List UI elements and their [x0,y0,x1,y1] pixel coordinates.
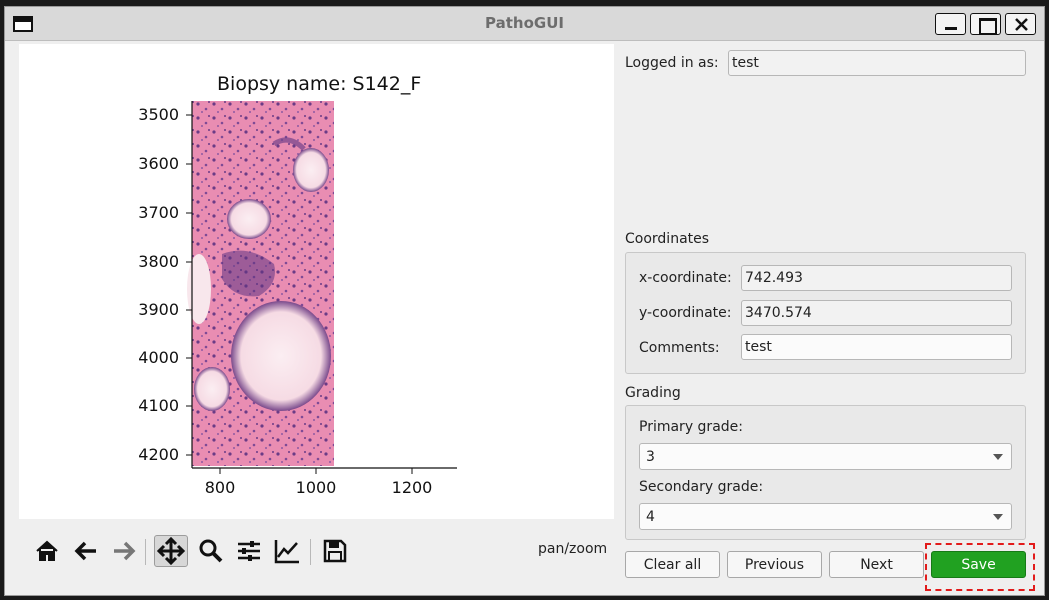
plot-canvas[interactable]: Biopsy name: S142_F 3500 3600 3700 3800 … [19,44,614,519]
secondary-grade-value: 4 [646,509,655,525]
histology-image [187,101,334,466]
save-highlight-box [925,543,1035,591]
primary-grade-value: 3 [646,449,655,465]
close-icon [1015,18,1028,31]
x-tick-label: 1000 [295,478,337,497]
window-title: PathoGUI [485,14,564,32]
back-arrow-icon[interactable] [72,537,100,565]
grading-heading: Grading [625,385,681,401]
edit-axis-icon[interactable] [273,537,301,565]
next-button[interactable]: Next [829,551,924,578]
plot-title: Biopsy name: S142_F [217,73,422,95]
secondary-grade-select[interactable]: 4 [639,503,1012,530]
logged-in-field[interactable]: test [728,50,1026,76]
y-tick-label: 3700 [138,203,179,222]
x-coordinate-field[interactable]: 742.493 [741,265,1012,291]
configure-subplots-icon[interactable] [235,537,263,565]
y-tick-label: 3500 [138,105,179,124]
zoom-icon[interactable] [197,537,225,565]
home-icon[interactable] [33,537,61,565]
y-tick-label: 3900 [138,300,179,319]
y-tick-label: 4000 [138,348,179,367]
comments-label: Comments: [639,340,720,356]
previous-button[interactable]: Previous [727,551,822,578]
toolbar-separator [310,539,311,565]
y-tick-label: 3600 [138,154,179,173]
x-tick-label: 1200 [391,478,433,497]
toolbar-mode-label: pan/zoom [538,541,608,557]
toolbar-separator [145,539,146,565]
pan-icon [156,536,186,566]
primary-grade-label: Primary grade: [639,419,743,435]
pan-button[interactable] [154,535,188,567]
y-tick-label: 3800 [138,252,179,271]
y-tick-label: 4100 [138,396,179,415]
x-coordinate-label: x-coordinate: [639,270,732,286]
plot-axes [186,101,457,474]
title-bar: PathoGUI [5,7,1044,41]
y-coordinate-field[interactable]: 3470.574 [741,300,1012,326]
secondary-grade-label: Secondary grade: [639,479,764,495]
comments-field[interactable]: test [741,334,1012,360]
y-coordinate-label: y-coordinate: [639,305,732,321]
logged-in-label: Logged in as: [625,55,719,71]
close-button[interactable] [1005,13,1036,35]
forward-arrow-icon[interactable] [110,537,138,565]
x-tick-label: 800 [204,478,236,497]
primary-grade-select[interactable]: 3 [639,443,1012,470]
chevron-down-icon [993,514,1003,520]
coordinates-heading: Coordinates [625,231,710,247]
minimize-button[interactable] [935,13,966,35]
maximize-button[interactable] [970,13,1001,35]
y-tick-label: 4200 [138,445,179,464]
chevron-down-icon [993,454,1003,460]
clear-all-button[interactable]: Clear all [625,551,720,578]
save-figure-icon[interactable] [321,537,349,565]
